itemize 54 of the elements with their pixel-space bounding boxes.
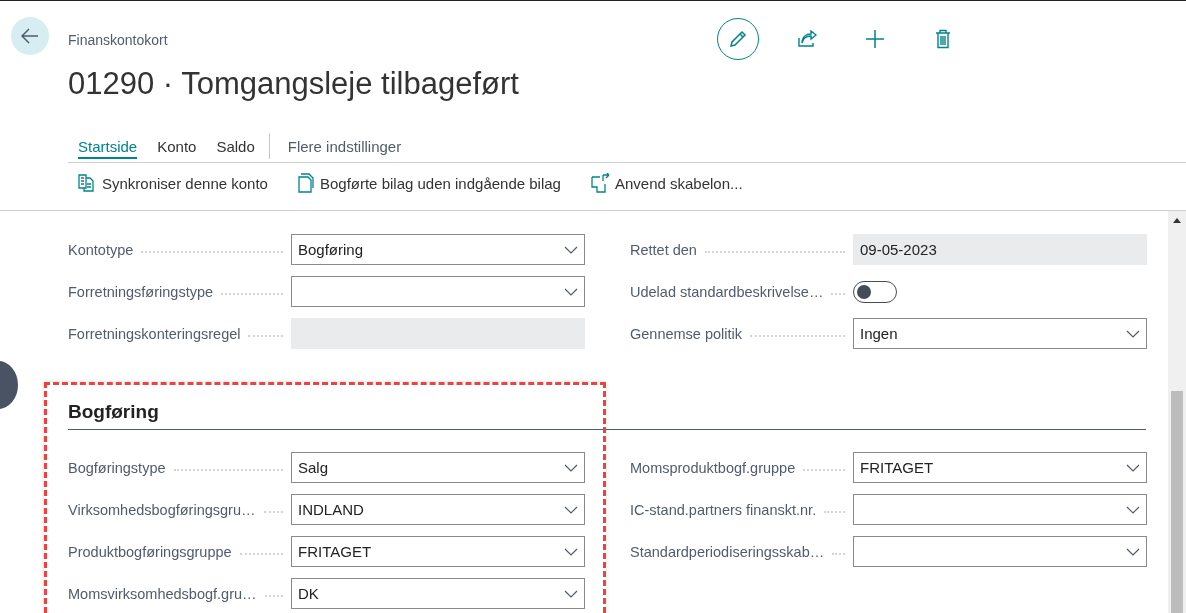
field-label: Produktbogføringsgruppe: [68, 543, 232, 560]
field-label: Momsproduktbogf.gruppe: [630, 459, 796, 476]
scrollbar[interactable]: [1168, 211, 1186, 613]
more-options-tab[interactable]: Flere indstillinger: [277, 130, 412, 162]
field-label: Bogføringstype: [68, 459, 166, 476]
chevron-down-icon: [1126, 547, 1140, 556]
plus-icon: [865, 29, 885, 49]
field-label: Gennemse politik: [630, 325, 743, 342]
document-icon: [297, 173, 316, 193]
action-button[interactable]: Synkroniser denne konto: [78, 173, 268, 193]
dropdown-field[interactable]: FRITAGET: [291, 536, 585, 567]
dropdown-field[interactable]: [291, 276, 585, 307]
dropdown-field[interactable]: DK: [291, 578, 585, 609]
dropdown-field[interactable]: [853, 494, 1147, 525]
chevron-down-icon: [564, 463, 578, 472]
action-button[interactable]: Anvend skabelon...: [590, 173, 743, 193]
back-arrow-icon: [21, 28, 39, 44]
field-label: Udelad standardbeskrivelse…: [630, 283, 824, 300]
dropdown-field[interactable]: Bogføring: [291, 234, 585, 265]
chevron-down-icon: [1126, 463, 1140, 472]
field-label: IC-stand.partners finanskt.nr.: [630, 501, 817, 518]
action-button[interactable]: Bogførte bilag uden indgående bilag: [297, 173, 561, 193]
chevron-down-icon: [564, 547, 578, 556]
tab[interactable]: Konto: [147, 130, 207, 162]
page-title: 01290 · Tomgangsleje tilbageført: [68, 66, 520, 102]
field-label: Standardperiodiseringsskab…: [630, 543, 825, 560]
field-label: Momsvirksomhedsbogf.gru…: [68, 585, 257, 602]
field-label: Kontotype: [68, 241, 134, 258]
field-label: Virksomhedsbogføringsgru…: [68, 501, 256, 518]
field-label: Forretningsføringstype: [68, 283, 214, 300]
field-label: Rettet den: [630, 241, 697, 258]
pencil-icon: [728, 29, 748, 49]
chevron-down-icon: [1126, 505, 1140, 514]
section-heading: Bogføring: [68, 401, 1146, 430]
dropdown-field[interactable]: FRITAGET: [853, 452, 1147, 483]
scroll-up-icon[interactable]: [1173, 217, 1181, 223]
back-button[interactable]: [11, 17, 49, 55]
share-icon: [797, 30, 817, 48]
chevron-down-icon: [1126, 329, 1140, 338]
dropdown-field[interactable]: [853, 536, 1147, 567]
chevron-down-icon: [564, 589, 578, 598]
template-icon: [590, 173, 611, 193]
dropdown-field[interactable]: INDLAND: [291, 494, 585, 525]
dropdown-field[interactable]: Salg: [291, 452, 585, 483]
chevron-down-icon: [564, 505, 578, 514]
trash-icon: [935, 29, 951, 49]
readonly-field: 09-05-2023: [853, 234, 1147, 265]
page-caption: Finanskontokort: [68, 32, 168, 48]
field-label: Forretningskonteringsregel: [68, 325, 241, 342]
tab[interactable]: Startside: [68, 130, 148, 162]
tab[interactable]: Saldo: [206, 130, 265, 162]
dropdown-field[interactable]: Ingen: [853, 318, 1147, 349]
chevron-down-icon: [564, 245, 578, 254]
chevron-down-icon: [564, 287, 578, 296]
